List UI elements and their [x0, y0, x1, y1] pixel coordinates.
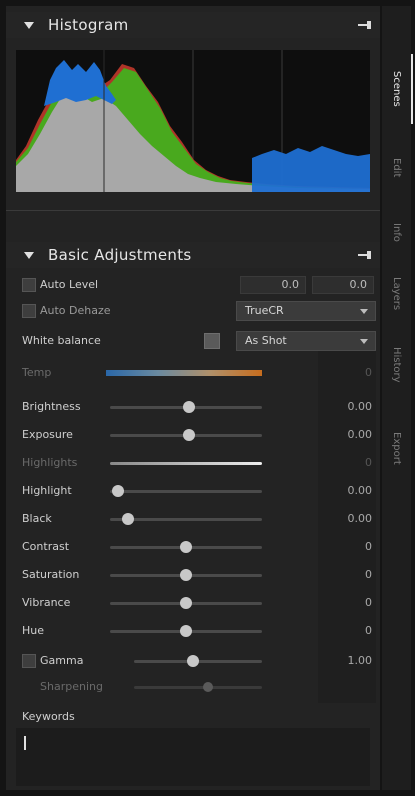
white-balance-value: As Shot: [245, 334, 287, 347]
slider-value[interactable]: 0: [365, 624, 372, 637]
histogram-header[interactable]: Histogram: [6, 12, 380, 38]
sharpening-slider-track[interactable]: [134, 686, 262, 689]
slider-row-hue: Hue 0: [6, 620, 380, 642]
collapse-triangle-icon[interactable]: [24, 21, 34, 29]
slider-label: Saturation: [22, 568, 80, 581]
slider-row-vibrance: Vibrance 0: [6, 592, 380, 614]
auto-level-field-2[interactable]: 0.0: [312, 276, 374, 294]
histogram-chart: [16, 50, 370, 192]
histogram-title: Histogram: [48, 16, 129, 34]
dehaze-mode-value: TrueCR: [245, 304, 284, 317]
collapse-triangle-icon[interactable]: [24, 251, 34, 259]
slider-track[interactable]: [110, 490, 262, 493]
auto-level-row: Auto Level 0.0 0.0: [6, 274, 380, 296]
text-cursor: [24, 736, 26, 750]
gamma-checkbox[interactable]: [22, 654, 36, 668]
chevron-down-icon: [360, 309, 368, 314]
slider-knob[interactable]: [183, 429, 196, 441]
slider-label: Hue: [22, 624, 45, 637]
slider-row-highlights: Highlights 0: [6, 452, 380, 474]
slider-value[interactable]: 0.00: [348, 512, 373, 525]
slider-label: Highlights: [22, 456, 78, 469]
dehaze-label: Auto Dehaze: [40, 304, 111, 317]
side-tab-scenes[interactable]: Scenes: [382, 54, 413, 124]
side-tab-layers[interactable]: Layers: [382, 266, 411, 322]
slider-label: Vibrance: [22, 596, 71, 609]
side-tab-label: Export: [391, 431, 402, 465]
pin-icon[interactable]: [358, 20, 372, 30]
white-balance-row: White balance As Shot: [6, 330, 380, 352]
slider-row-contrast: Contrast 0: [6, 536, 380, 558]
white-balance-select[interactable]: As Shot: [236, 331, 376, 351]
slider-value[interactable]: 0.00: [348, 484, 373, 497]
auto-level-checkbox[interactable]: [22, 278, 36, 292]
eyedropper-icon[interactable]: [204, 333, 220, 349]
side-tab-edit[interactable]: Edit: [382, 138, 411, 198]
auto-level-label: Auto Level: [40, 278, 99, 291]
side-tab-info[interactable]: Info: [382, 204, 411, 260]
slider-label: Contrast: [22, 540, 70, 553]
slider-row-highlight: Highlight 0.00: [6, 480, 380, 502]
slider-value[interactable]: 0: [365, 568, 372, 581]
slider-row-brightness: Brightness 0.00: [6, 396, 380, 418]
slider-value[interactable]: 0: [365, 540, 372, 553]
slider-label: Exposure: [22, 428, 73, 441]
adjustments-panel: Histogram Basic Adjustments Auto Level 0…: [6, 6, 380, 790]
side-tab-export[interactable]: Export: [382, 416, 411, 480]
dehaze-checkbox[interactable]: [22, 304, 36, 318]
sharpening-label: Sharpening: [40, 680, 103, 693]
slider-label: Black: [22, 512, 52, 525]
side-tab-label: Layers: [391, 277, 402, 311]
side-tab-label: Scenes: [391, 71, 402, 107]
sharpening-slider-knob[interactable]: [203, 682, 214, 692]
side-tab-label: Edit: [391, 158, 402, 178]
slider-value[interactable]: 0: [365, 596, 372, 609]
temp-row: Temp 0: [6, 362, 380, 384]
slider-knob[interactable]: [180, 625, 192, 637]
slider-knob[interactable]: [183, 401, 196, 413]
gamma-row: Gamma 1.00: [6, 650, 380, 672]
slider-knob[interactable]: [180, 569, 192, 581]
temp-value[interactable]: 0: [365, 366, 372, 379]
keywords-input[interactable]: [16, 728, 370, 786]
basic-adjustments-header[interactable]: Basic Adjustments: [6, 242, 380, 268]
sharpening-row: Sharpening: [6, 676, 380, 698]
temp-label: Temp: [22, 366, 52, 379]
chevron-down-icon: [360, 339, 368, 344]
slider-knob[interactable]: [122, 513, 135, 525]
slider-knob[interactable]: [111, 485, 124, 497]
side-tab-bar: Scenes Edit Info Layers History Export: [382, 6, 413, 790]
slider-row-saturation: Saturation 0: [6, 564, 380, 586]
gamma-label: Gamma: [40, 654, 84, 667]
slider-label: Brightness: [22, 400, 81, 413]
app-window: Histogram Basic Adjustments Auto Level 0…: [0, 0, 415, 796]
slider-row-exposure: Exposure 0.00: [6, 424, 380, 446]
slider-track[interactable]: [110, 462, 262, 465]
slider-value[interactable]: 0.00: [348, 428, 373, 441]
dehaze-mode-select[interactable]: TrueCR: [236, 301, 376, 321]
slider-knob[interactable]: [180, 597, 192, 609]
slider-value[interactable]: 0.00: [348, 400, 373, 413]
auto-level-field-1[interactable]: 0.0: [240, 276, 306, 294]
slider-label: Highlight: [22, 484, 72, 497]
gamma-slider-knob[interactable]: [186, 655, 199, 667]
gamma-value[interactable]: 1.00: [348, 654, 373, 667]
side-tab-label: History: [391, 347, 402, 383]
side-tab-label: Info: [391, 222, 402, 242]
side-tab-history[interactable]: History: [382, 330, 411, 400]
pin-icon[interactable]: [358, 250, 372, 260]
slider-value[interactable]: 0: [365, 456, 372, 469]
temp-gradient[interactable]: [106, 370, 262, 376]
basic-adjustments-title: Basic Adjustments: [48, 246, 192, 264]
keywords-label: Keywords: [22, 710, 75, 723]
slider-knob[interactable]: [180, 541, 192, 553]
section-divider: [6, 210, 380, 211]
white-balance-label: White balance: [22, 334, 101, 347]
slider-row-black: Black 0.00: [6, 508, 380, 530]
dehaze-row: Auto Dehaze TrueCR: [6, 300, 380, 322]
